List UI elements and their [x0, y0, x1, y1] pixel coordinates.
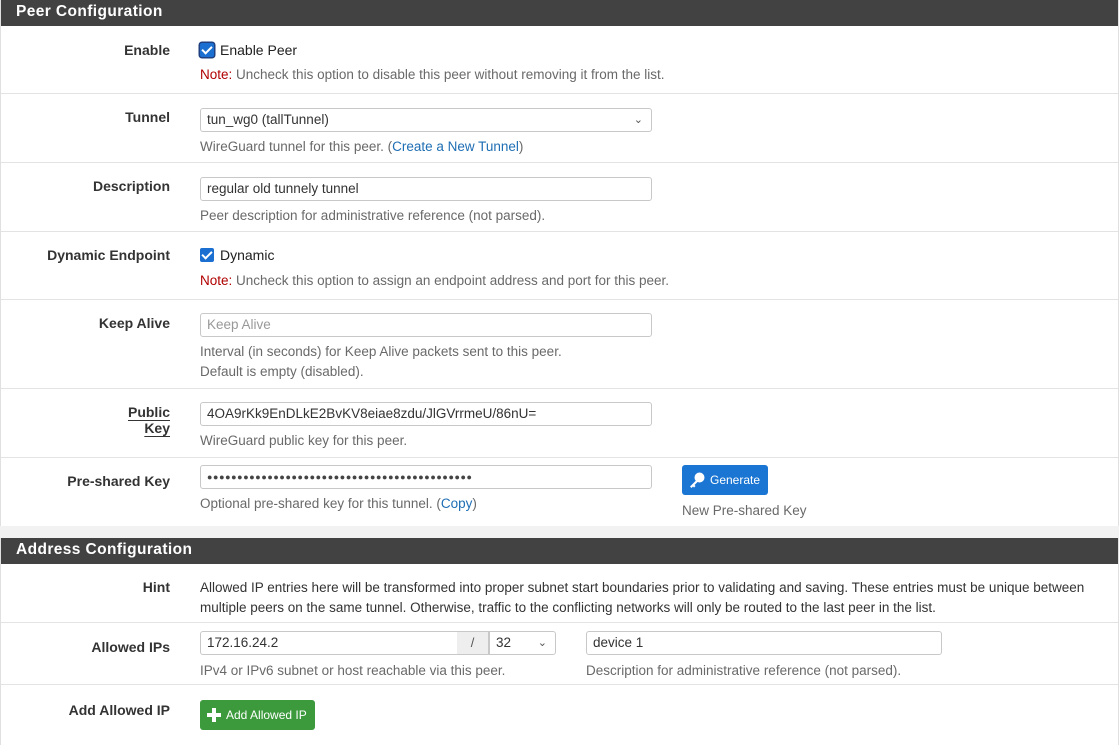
note-text: Uncheck this option to disable this peer…: [232, 67, 665, 82]
panel-heading-address-configuration: Address Configuration: [1, 538, 1118, 564]
public-key-input[interactable]: 4OA9rKk9EnDLkE2BvKV8eiae8zdu/JlGVrrmeU/8…: [200, 402, 652, 426]
row-description: Description regular old tunnely tunnel P…: [1, 163, 1118, 232]
keep-alive-input[interactable]: Keep Alive: [200, 313, 652, 337]
generate-button-label: Generate: [710, 473, 761, 487]
tunnel-select[interactable]: tun_wg0 (tallTunnel) ⌄: [200, 108, 652, 132]
public-key-help: WireGuard public key for this peer.: [200, 433, 408, 448]
row-allowed-ips: Allowed IPs 172.16.24.2 / 32 ⌄ IPv4 or I…: [1, 623, 1118, 685]
dynamic-endpoint-note: Note: Uncheck this option to assign an e…: [200, 271, 669, 290]
dynamic-endpoint-label: Dynamic Endpoint: [47, 247, 170, 263]
description-label: Description: [92, 178, 170, 194]
copy-link[interactable]: Copy: [441, 496, 473, 511]
preshared-key-help: Optional pre-shared key for this tunnel.…: [200, 494, 477, 513]
tunnel-select-value: tun_wg0 (tallTunnel): [207, 112, 329, 127]
tunnel-help-text: WireGuard tunnel for this peer. (: [200, 139, 393, 154]
dynamic-checkbox[interactable]: [200, 248, 214, 262]
tunnel-help: WireGuard tunnel for this peer. (Create …: [200, 137, 523, 156]
hint-text: Allowed IP entries here will be transfor…: [200, 580, 1085, 615]
panel-heading-peer-configuration: Peer Configuration: [1, 0, 1118, 26]
keep-alive-help-line2: Default is empty (disabled).: [200, 364, 364, 379]
row-public-key: Public Key 4OA9rKk9EnDLkE2BvKV8eiae8zdu/…: [1, 389, 1118, 458]
allowed-ip-address-input[interactable]: 172.16.24.2: [200, 631, 458, 655]
preshared-key-help-close: ): [472, 496, 477, 511]
preshared-key-label: Pre-shared Key: [67, 473, 170, 489]
public-key-label-text[interactable]: Public Key: [128, 404, 170, 436]
enable-peer-checkbox-label[interactable]: Enable Peer: [220, 42, 297, 58]
row-enable: Enable Enable Peer Note: Uncheck this op…: [1, 26, 1118, 94]
keep-alive-help-line1: Interval (in seconds) for Keep Alive pac…: [200, 344, 562, 359]
chevron-down-icon: ⌄: [633, 114, 643, 126]
add-allowed-ip-button-label: Add Allowed IP: [226, 708, 307, 722]
hint-label: Hint: [142, 579, 170, 595]
subnet-separator: /: [457, 631, 489, 655]
dynamic-checkbox-wrap[interactable]: Dynamic: [200, 247, 274, 263]
description-help: Peer description for administrative refe…: [200, 208, 546, 223]
dynamic-checkbox-label[interactable]: Dynamic: [220, 247, 274, 263]
row-preshared-key: Pre-shared Key ●●●●●●●●●●●●●●●●●●●●●●●●●…: [1, 458, 1118, 526]
row-keep-alive: Keep Alive Keep Alive Interval (in secon…: [1, 300, 1118, 389]
allowed-ip-address-help: IPv4 or IPv6 subnet or host reachable vi…: [200, 663, 506, 678]
row-dynamic-endpoint: Dynamic Endpoint Dynamic Note: Uncheck t…: [1, 232, 1118, 300]
preshared-key-help-text: Optional pre-shared key for this tunnel.…: [200, 496, 441, 511]
allowed-ips-label: Allowed IPs: [91, 639, 170, 655]
allowed-ip-description-input[interactable]: device 1: [586, 631, 942, 655]
row-add-allowed-ip: Add Allowed IP Add Allowed IP: [1, 685, 1118, 745]
enable-peer-checkbox-wrap[interactable]: Enable Peer: [200, 42, 297, 58]
enable-label: Enable: [124, 42, 170, 58]
peer-configuration-panel: Peer Configuration Enable Enable Peer No…: [0, 0, 1119, 526]
create-new-tunnel-link[interactable]: Create a New Tunnel: [392, 139, 519, 154]
tunnel-help-close: ): [518, 139, 524, 154]
plus-icon: [207, 708, 221, 722]
subnet-mask-select[interactable]: 32 ⌄: [489, 631, 556, 655]
chevron-down-icon: ⌄: [537, 637, 547, 649]
public-key-label[interactable]: Public Key: [1, 404, 170, 436]
keep-alive-label: Keep Alive: [98, 315, 170, 331]
add-allowed-ip-label: Add Allowed IP: [68, 702, 170, 718]
row-tunnel: Tunnel tun_wg0 (tallTunnel) ⌄ WireGuard …: [1, 94, 1118, 163]
note-prefix: Note:: [200, 273, 233, 288]
panel-spacer: [0, 526, 1119, 538]
description-input[interactable]: regular old tunnely tunnel: [200, 177, 652, 201]
preshared-key-input[interactable]: ●●●●●●●●●●●●●●●●●●●●●●●●●●●●●●●●●●●●●●●●…: [200, 465, 652, 489]
generate-button[interactable]: Generate: [682, 465, 769, 495]
enable-peer-checkbox[interactable]: [200, 43, 214, 57]
generate-help: New Pre-shared Key: [682, 503, 807, 518]
note-text: Uncheck this option to assign an endpoin…: [232, 273, 670, 288]
allowed-ip-description-help: Description for administrative reference…: [586, 663, 902, 678]
enable-note: Note: Uncheck this option to disable thi…: [200, 65, 665, 84]
tunnel-label: Tunnel: [125, 109, 170, 125]
address-configuration-panel: Address Configuration Hint Allowed IP en…: [0, 538, 1119, 745]
row-hint: Hint Allowed IP entries here will be tra…: [1, 564, 1118, 623]
subnet-mask-value: 32: [496, 635, 512, 650]
add-allowed-ip-button[interactable]: Add Allowed IP: [200, 700, 315, 730]
key-icon: [690, 472, 705, 488]
note-prefix: Note:: [200, 67, 233, 82]
